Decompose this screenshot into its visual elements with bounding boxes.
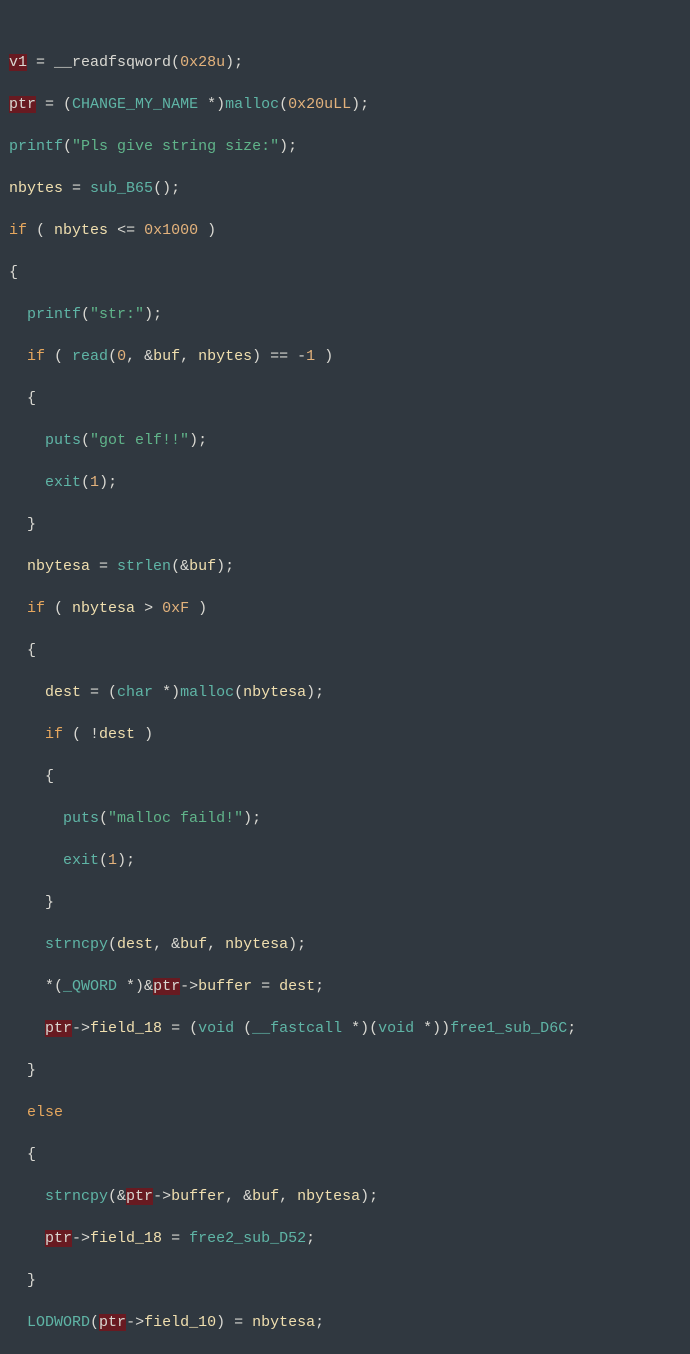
kw-if: if [9, 222, 27, 239]
var-dest: dest [45, 684, 81, 701]
kw-else: else [27, 1104, 63, 1121]
var-v1: v1 [9, 54, 27, 71]
fn-printf: printf [9, 138, 63, 155]
var-ptr: ptr [9, 96, 36, 113]
var-nbytes: nbytes [9, 180, 63, 197]
code-block: v1 = __readfsqword(0x28u); ptr = (CHANGE… [0, 0, 690, 1354]
var-nbytesa: nbytesa [27, 558, 90, 575]
